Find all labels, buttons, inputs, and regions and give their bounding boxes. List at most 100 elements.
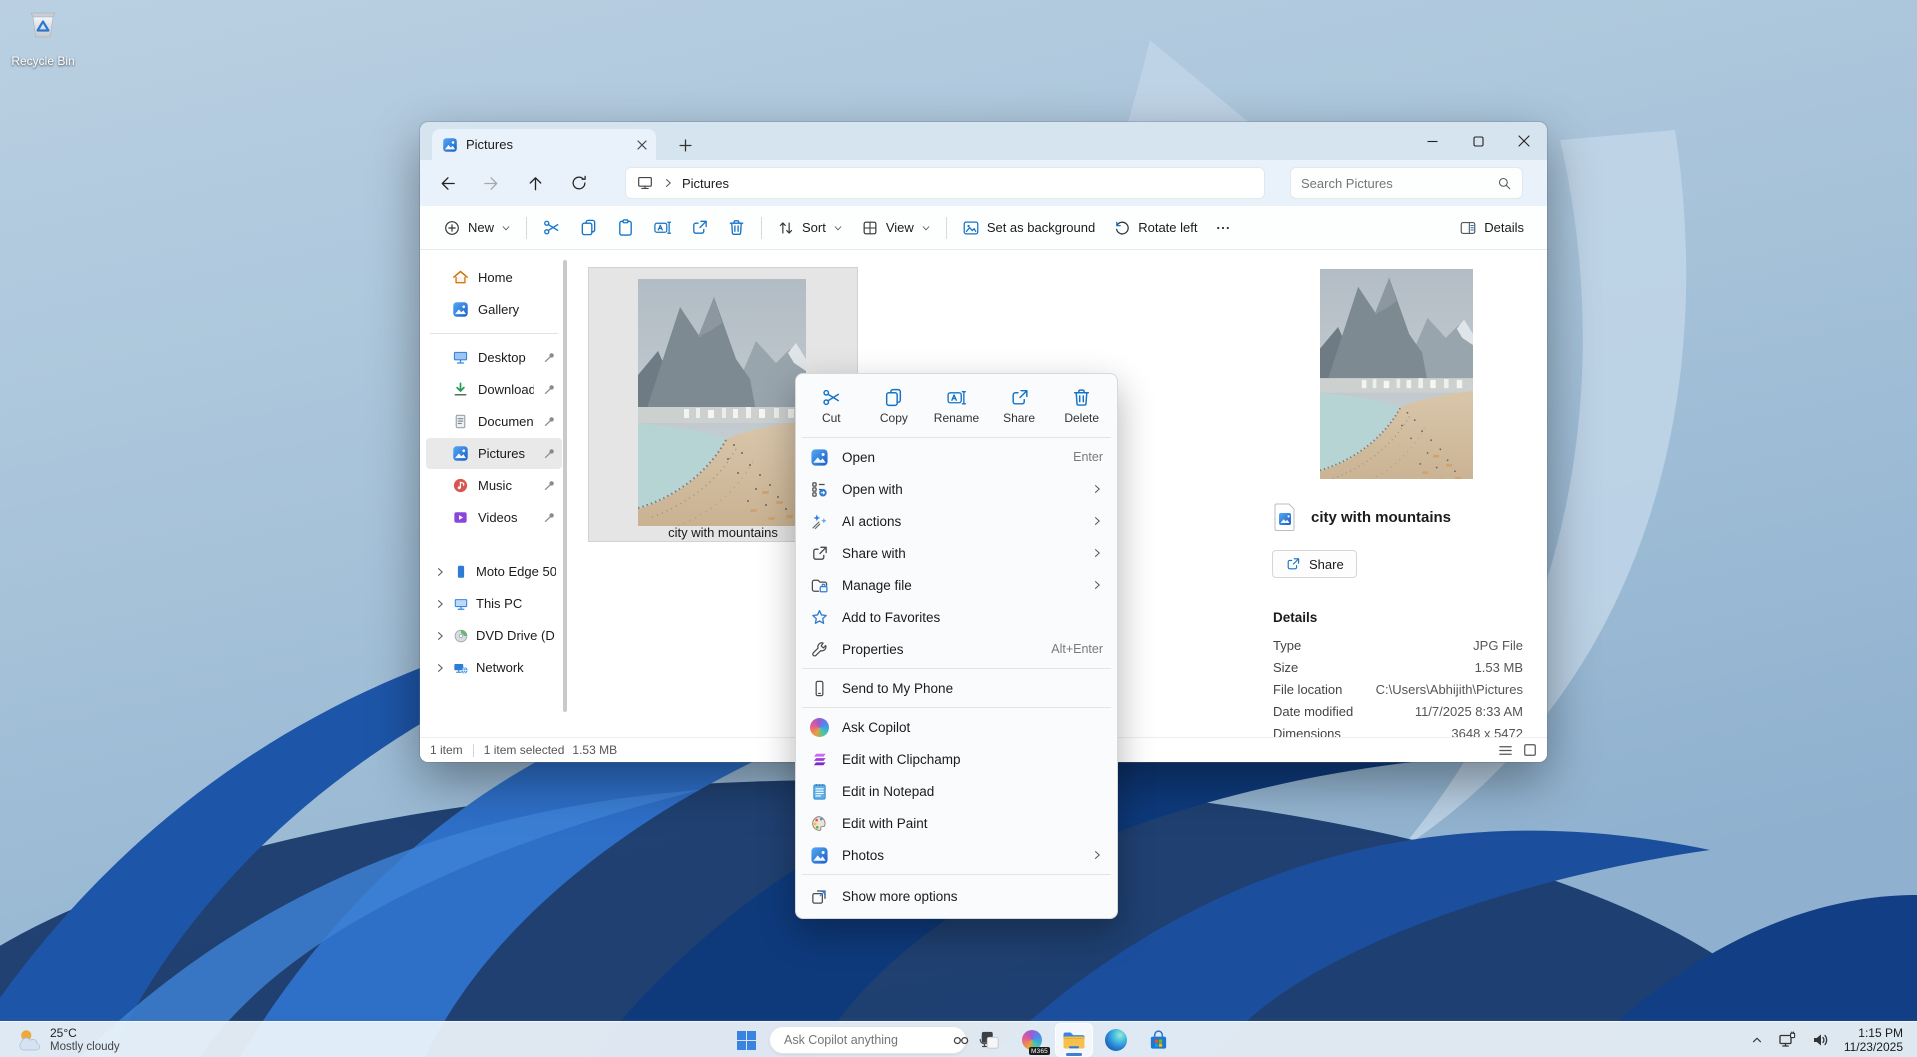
menu-item-open-with[interactable]: Open with [800, 473, 1113, 505]
more-options-button[interactable] [1206, 211, 1240, 245]
share-button[interactable] [681, 211, 718, 245]
rotate-left-button[interactable]: Rotate left [1104, 211, 1206, 245]
start-button[interactable] [727, 1023, 765, 1057]
new-tab-button[interactable] [672, 133, 698, 157]
share-icon [1009, 387, 1030, 408]
m365-copilot-button[interactable]: M365 [1013, 1023, 1051, 1057]
copy-button[interactable] [570, 211, 607, 245]
sort-button[interactable]: Sort [768, 211, 852, 245]
task-view-button[interactable] [971, 1023, 1009, 1057]
search-icon[interactable] [1497, 176, 1512, 191]
expand-chevron-icon[interactable] [434, 598, 446, 610]
menu-item-share-with[interactable]: Share with [800, 537, 1113, 569]
details-pane-toggle[interactable]: Details [1450, 211, 1533, 245]
breadcrumb[interactable]: Pictures [682, 176, 729, 191]
menu-item-edit-notepad[interactable]: Edit in Notepad [800, 775, 1113, 807]
menu-item-photos[interactable]: Photos [800, 839, 1113, 871]
sidebar-item-network[interactable]: Network [426, 652, 562, 683]
sidebar-item-desktop[interactable]: Desktop [426, 342, 562, 373]
search-input[interactable] [1301, 176, 1497, 191]
menu-item-edit-paint[interactable]: Edit with Paint [800, 807, 1113, 839]
sidebar-item-label: Music [478, 478, 534, 493]
sidebar-item-moto-edge[interactable]: Moto Edge 50 N [426, 556, 562, 587]
menu-item-edit-clipchamp[interactable]: Edit with Clipchamp [800, 743, 1113, 775]
sidebar-item-this-pc[interactable]: This PC [426, 588, 562, 619]
copy-icon [883, 387, 904, 408]
sidebar-item-music[interactable]: Music [426, 470, 562, 501]
taskbar-clock[interactable]: 1:15 PM 11/23/2025 [1838, 1026, 1909, 1054]
taskbar: 25°C Mostly cloudy [0, 1021, 1917, 1057]
sort-label: Sort [802, 220, 826, 235]
quick-rename-button[interactable]: Rename [925, 380, 988, 432]
sidebar-item-downloads[interactable]: Downloads [426, 374, 562, 405]
edge-button[interactable] [1097, 1023, 1135, 1057]
quick-copy-button[interactable]: Copy [863, 380, 926, 432]
set-as-background-button[interactable]: Set as background [953, 211, 1104, 245]
sidebar-item-gallery[interactable]: Gallery [426, 294, 562, 325]
minimize-button[interactable] [1409, 122, 1455, 160]
back-button[interactable] [430, 167, 464, 199]
rotate-left-label: Rotate left [1138, 220, 1197, 235]
sidebar-item-pictures[interactable]: Pictures [426, 438, 562, 469]
taskbar-search-input[interactable] [784, 1033, 945, 1047]
microsoft-store-button[interactable] [1139, 1023, 1177, 1057]
minimize-icon [1427, 136, 1438, 147]
tab-pictures[interactable]: Pictures [432, 129, 656, 160]
taskbar-search-box[interactable] [769, 1026, 967, 1054]
cut-button[interactable] [533, 211, 570, 245]
pin-icon [543, 351, 556, 364]
share-label: Share [1309, 557, 1344, 572]
rename-button[interactable] [644, 211, 681, 245]
quick-delete-button[interactable]: Delete [1050, 380, 1113, 432]
quick-cut-button[interactable]: Cut [800, 380, 863, 432]
menu-separator [802, 707, 1111, 708]
expand-chevron-icon[interactable] [434, 662, 446, 674]
address-bar[interactable]: Pictures [625, 167, 1265, 199]
sidebar-item-documents[interactable]: Documents [426, 406, 562, 437]
star-icon [810, 608, 829, 627]
plus-icon [679, 139, 692, 152]
list-view-icon[interactable] [1498, 743, 1513, 758]
menu-item-open[interactable]: Open Enter [800, 441, 1113, 473]
menu-item-ai-actions[interactable]: AI actions [800, 505, 1113, 537]
up-button[interactable] [518, 167, 552, 199]
tab-close-icon[interactable] [636, 139, 648, 151]
sidebar-item-label: Pictures [478, 446, 534, 461]
thumbnail-view-icon[interactable] [1523, 743, 1537, 757]
recycle-bin-shortcut[interactable]: Recycle Bin [8, 8, 78, 68]
menu-item-ask-copilot[interactable]: Ask Copilot [800, 711, 1113, 743]
menu-item-properties[interactable]: Properties Alt+Enter [800, 633, 1113, 665]
new-button[interactable]: New [434, 211, 520, 245]
forward-button[interactable] [474, 167, 508, 199]
chevron-down-icon [921, 223, 931, 233]
menu-item-send-to-phone[interactable]: Send to My Phone [800, 672, 1113, 704]
details-share-button[interactable]: Share [1272, 550, 1357, 578]
network-tray-button[interactable] [1773, 1025, 1802, 1055]
menu-item-manage-file[interactable]: Manage file [800, 569, 1113, 601]
menu-item-add-to-favorites[interactable]: Add to Favorites [800, 601, 1113, 633]
sidebar-item-dvd-drive[interactable]: DVD Drive (D:) C [426, 620, 562, 651]
sidebar-item-home[interactable]: Home [426, 262, 562, 293]
file-explorer-icon [1062, 1030, 1086, 1050]
menu-item-show-more-options[interactable]: Show more options [800, 878, 1113, 914]
expand-chevron-icon[interactable] [434, 566, 446, 578]
sidebar-scrollbar[interactable] [563, 260, 567, 712]
maximize-button[interactable] [1455, 122, 1501, 160]
tray-chevron-button[interactable] [1745, 1025, 1769, 1055]
ellipsis-icon [1215, 220, 1231, 236]
sidebar-item-videos[interactable]: Videos [426, 502, 562, 533]
delete-button[interactable] [718, 211, 755, 245]
file-explorer-button[interactable] [1055, 1023, 1093, 1057]
toolbar-divider [526, 217, 527, 239]
sidebar-item-label: This PC [476, 596, 522, 611]
taskbar-weather-widget[interactable]: 25°C Mostly cloudy [10, 1022, 126, 1057]
refresh-button[interactable] [562, 167, 596, 199]
search-box[interactable] [1290, 167, 1523, 199]
volume-tray-button[interactable] [1806, 1025, 1834, 1055]
quick-share-button[interactable]: Share [988, 380, 1051, 432]
view-button[interactable]: View [852, 211, 940, 245]
expand-chevron-icon[interactable] [434, 630, 446, 642]
menu-separator [802, 437, 1111, 438]
close-button[interactable] [1501, 122, 1547, 160]
paste-button[interactable] [607, 211, 644, 245]
